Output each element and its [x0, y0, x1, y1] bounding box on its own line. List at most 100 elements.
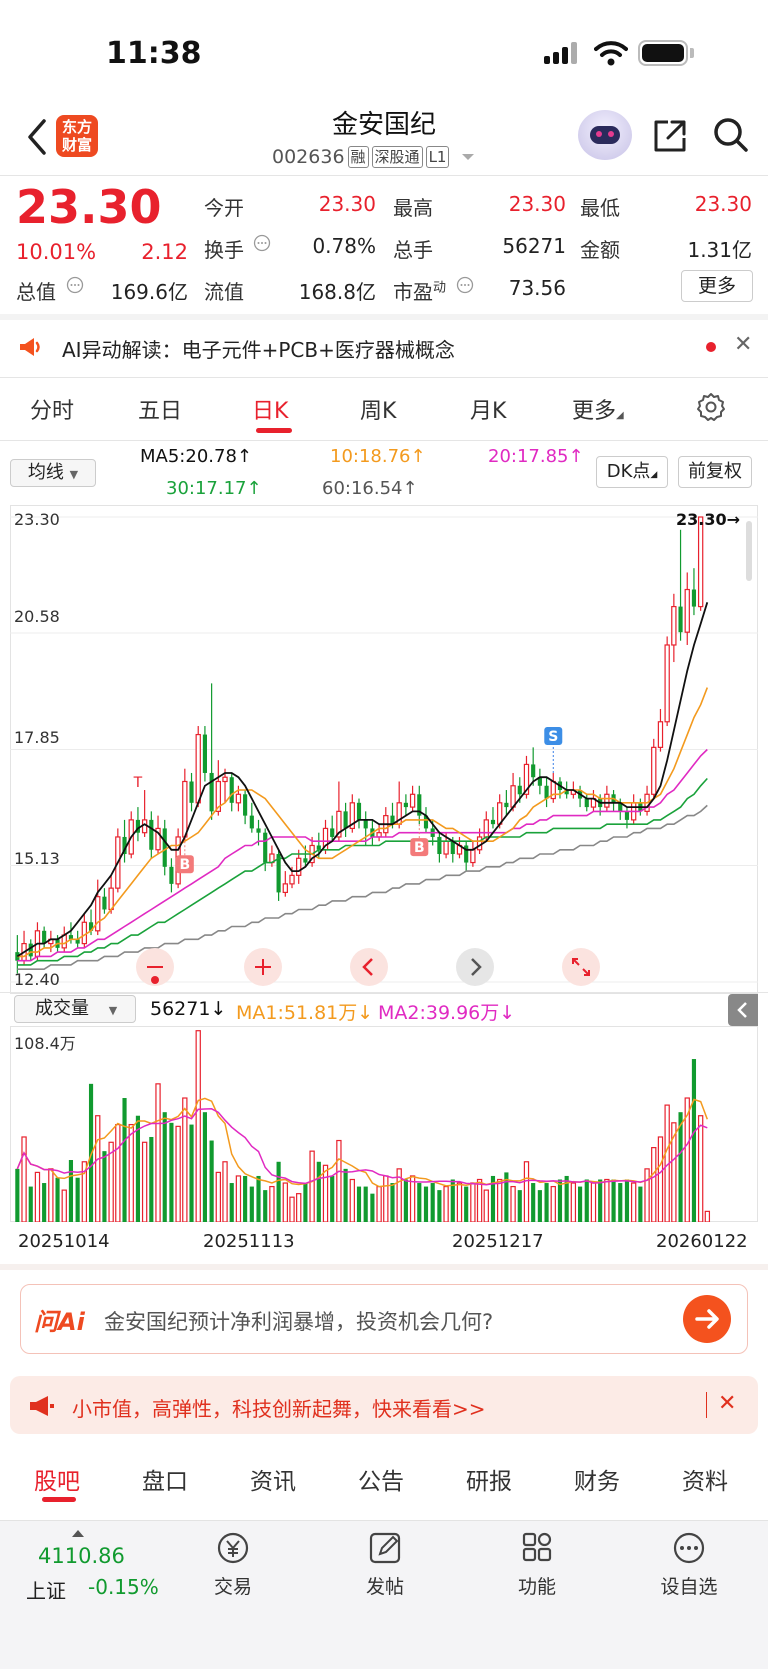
tab-weekly-k[interactable]: 周K: [360, 393, 396, 425]
candle-body: [657, 721, 664, 748]
fullscreen-button[interactable]: [562, 948, 600, 986]
volume-bar: [316, 1161, 321, 1222]
tab-monthly-k[interactable]: 月K: [470, 393, 506, 425]
volume-bar: [34, 1171, 41, 1222]
y-axis-label: 20.58: [14, 607, 60, 626]
tab-profile[interactable]: 资料: [682, 1462, 728, 1496]
volume-selector-label: 成交量: [35, 998, 89, 1019]
stat-label-volume: 总手: [393, 238, 433, 262]
signal-marker-t: T: [133, 775, 143, 791]
candlestick-chart[interactable]: B B S T: [10, 505, 758, 995]
stock-code: 002636: [272, 146, 345, 168]
y-axis-label: 15.13: [14, 849, 60, 868]
stat-label-floatcap: 流值: [204, 280, 244, 304]
info-dots-icon[interactable]: [253, 234, 271, 252]
unread-dot: [706, 342, 716, 352]
volume-bar: [417, 1183, 422, 1222]
volume-bar: [21, 1136, 27, 1222]
tab-research[interactable]: 研报: [466, 1462, 512, 1496]
search-icon[interactable]: [712, 116, 750, 154]
scroll-left-button[interactable]: [350, 948, 388, 986]
battery-icon: [638, 40, 688, 66]
tab-forum[interactable]: 股吧: [34, 1462, 80, 1496]
volume-bar: [102, 1151, 107, 1222]
stat-value-mktcap: 169.6亿: [110, 280, 188, 304]
volume-chart[interactable]: [10, 1026, 758, 1222]
candle-body: [604, 793, 610, 808]
wifi-icon: [594, 41, 628, 66]
nav-add-watchlist[interactable]: 设自选: [644, 1530, 734, 1599]
volume-bar: [510, 1185, 516, 1222]
volume-bar: [195, 1030, 201, 1222]
volume-bar: [61, 1189, 67, 1222]
volume-bar: [604, 1178, 610, 1222]
settings-gear-icon[interactable]: [696, 392, 726, 422]
candle-body: [209, 772, 214, 812]
nav-trade[interactable]: 交易: [188, 1530, 278, 1599]
stock-meta[interactable]: 002636 融 深股通 L1: [272, 146, 476, 168]
volume-bar: [189, 1124, 194, 1222]
promo-text[interactable]: 小市值，高弹性，科技创新起舞，快来看看>>: [72, 1393, 486, 1422]
volume-bar: [443, 1185, 449, 1222]
tab-more[interactable]: 更多◢: [572, 393, 624, 425]
candle-body: [222, 776, 228, 783]
ai-insight-text[interactable]: AI异动解读：电子元件+PCB+医疗器械概念: [62, 334, 455, 363]
volume-bar: [697, 1115, 704, 1222]
volume-bar: [209, 1140, 214, 1222]
tag-margin: 融: [347, 146, 369, 168]
volume-bar: [356, 1186, 362, 1222]
index-change[interactable]: -0.15%: [88, 1575, 159, 1599]
ma-line-ma5: [16, 602, 709, 958]
caret-down-icon: ▼: [69, 468, 79, 481]
tab-announcements[interactable]: 公告: [358, 1462, 404, 1496]
candle-body: [403, 802, 408, 808]
close-icon[interactable]: ✕: [718, 1391, 736, 1416]
volume-bar: [470, 1182, 476, 1222]
zoom-out-button[interactable]: [136, 948, 174, 986]
info-dots-icon[interactable]: [456, 276, 474, 294]
volume-bar: [309, 1150, 315, 1222]
collapse-side-button[interactable]: [728, 994, 758, 1026]
scroll-right-button[interactable]: [456, 948, 494, 986]
tab-news[interactable]: 资讯: [250, 1462, 296, 1496]
ai-question-go-button[interactable]: [683, 1295, 731, 1343]
candle-body: [470, 849, 476, 864]
close-icon[interactable]: ✕: [734, 332, 752, 357]
buy-marker-label: B: [179, 857, 190, 873]
stat-value-open: 23.30: [318, 192, 376, 216]
nav-post[interactable]: 发帖: [340, 1530, 430, 1599]
volume-bar: [370, 1193, 375, 1222]
index-value[interactable]: 4110.86: [38, 1544, 125, 1568]
volume-bar: [517, 1190, 522, 1222]
volume-indicator-selector[interactable]: 成交量 ▼: [14, 995, 136, 1023]
tab-financials[interactable]: 财务: [574, 1462, 620, 1496]
ai-robot-avatar[interactable]: [578, 110, 632, 160]
volume-bar: [115, 1123, 121, 1222]
candle-body: [584, 798, 589, 808]
candle-body: [624, 811, 630, 820]
dk-point-button[interactable]: DK点◢: [596, 456, 668, 488]
tab-five-day[interactable]: 五日: [138, 393, 182, 425]
ai-question-text[interactable]: 金安国纪预计净利润暴增，投资机会几何?: [104, 1306, 493, 1336]
nav-functions[interactable]: 功能: [492, 1530, 582, 1599]
volume-bar: [557, 1179, 563, 1222]
volume-bar: [175, 1125, 181, 1222]
share-icon[interactable]: [652, 118, 688, 154]
indicator-selector[interactable]: 均线 ▼: [10, 459, 96, 487]
tab-order-book[interactable]: 盘口: [142, 1462, 188, 1496]
tab-daily-k[interactable]: 日K: [252, 393, 288, 425]
ma30-value: 30:17.17↑: [166, 478, 262, 499]
zoom-in-button[interactable]: [244, 948, 282, 986]
forward-adjust-button[interactable]: 前复权: [678, 456, 752, 488]
tab-intraday[interactable]: 分时: [30, 393, 74, 425]
candle-body: [162, 828, 167, 867]
ask-ai-logo: 问Ai: [34, 1308, 85, 1336]
nav-add-watchlist-label: 设自选: [660, 1576, 718, 1598]
candle-body: [182, 780, 188, 838]
info-dots-icon[interactable]: [66, 276, 84, 294]
candle-body: [249, 815, 254, 829]
more-stats-button[interactable]: 更多: [681, 270, 753, 302]
candle-body: [149, 819, 154, 850]
index-name[interactable]: 上证: [26, 1575, 66, 1604]
volume-bar: [95, 1115, 101, 1222]
